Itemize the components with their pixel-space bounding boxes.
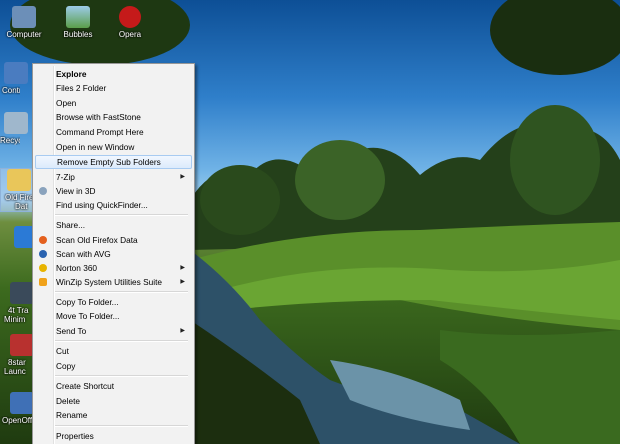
menu-item-send-to[interactable]: Send To ▶ — [35, 324, 190, 338]
menu-item-label: Delete — [56, 396, 80, 406]
desktop[interactable]: Computer Bubbles Opera Contro Recyc Old … — [0, 0, 620, 444]
menu-separator — [55, 291, 188, 293]
desktop-icon-label-line2: Launc — [4, 367, 26, 376]
menu-item-label: Files 2 Folder — [56, 83, 107, 93]
desktop-icon-label-line2: Dat — [15, 202, 28, 211]
menu-item-7zip[interactable]: 7-Zip ▶ — [35, 170, 190, 184]
menu-item-label: Norton 360 — [56, 263, 98, 273]
folder-icon — [7, 169, 31, 191]
opera-icon — [119, 6, 141, 28]
menu-separator — [55, 340, 188, 342]
submenu-arrow-icon: ▶ — [180, 174, 185, 180]
winzip-icon — [39, 278, 47, 286]
firefox-icon — [39, 236, 47, 244]
menu-item-cut[interactable]: Cut — [35, 344, 190, 358]
app-icon — [10, 334, 34, 356]
menu-item-label: Scan with AVG — [56, 249, 111, 259]
menu-item-label: Copy — [56, 361, 76, 371]
control-panel-icon — [4, 62, 28, 84]
menu-item-label: Remove Empty Sub Folders — [57, 157, 161, 167]
menu-item-share[interactable]: Share... — [35, 218, 190, 232]
desktop-icon-recycle[interactable]: Recyc — [0, 112, 28, 145]
desktop-icon-label: Contro — [2, 86, 20, 95]
menu-item-properties[interactable]: Properties — [35, 429, 190, 443]
menu-item-rename[interactable]: Rename — [35, 408, 190, 422]
menu-item-move-to-folder[interactable]: Move To Folder... — [35, 309, 190, 323]
desktop-icon-openoffice[interactable]: OpenOff — [0, 392, 34, 425]
menu-item-label: Command Prompt Here — [56, 127, 144, 137]
menu-item-scan-old-firefox[interactable]: Scan Old Firefox Data — [35, 233, 190, 247]
context-menu: Explore Files 2 Folder Open Browse with … — [32, 63, 195, 444]
menu-item-label: Find using QuickFinder... — [56, 200, 148, 210]
menu-item-label: Cut — [56, 346, 69, 356]
menu-item-winzip-utilities[interactable]: WinZip System Utilities Suite ▶ — [35, 275, 190, 289]
desktop-icon-label: 8star — [8, 358, 26, 367]
menu-item-label: Browse with FastStone — [56, 112, 141, 122]
submenu-arrow-icon: ▶ — [180, 279, 185, 285]
desktop-icon-8start[interactable]: 8star Launc — [0, 334, 34, 376]
menu-item-norton-360[interactable]: Norton 360 ▶ — [35, 261, 190, 275]
menu-item-scan-avg[interactable]: Scan with AVG — [35, 247, 190, 261]
menu-item-label: Move To Folder... — [56, 311, 120, 321]
menu-separator — [55, 375, 188, 377]
desktop-icon-old-firefox-data[interactable]: Old Fire Dat — [0, 168, 34, 212]
desktop-icon-label: Computer — [6, 30, 42, 39]
desktop-icon-opera[interactable]: Opera — [100, 6, 160, 39]
menu-item-copy-to-folder[interactable]: Copy To Folder... — [35, 295, 190, 309]
menu-item-remove-empty-sub-folders[interactable]: Remove Empty Sub Folders — [35, 155, 192, 169]
openoffice-icon — [10, 392, 34, 414]
menu-item-label: Scan Old Firefox Data — [56, 235, 138, 245]
desktop-icon-label: OpenOff — [2, 416, 32, 425]
menu-item-label: Open — [56, 98, 77, 108]
menu-item-label: WinZip System Utilities Suite — [56, 277, 163, 287]
menu-item-open-new-window[interactable]: Open in new Window — [35, 140, 190, 154]
submenu-arrow-icon: ▶ — [180, 265, 185, 271]
menu-item-label: Create Shortcut — [56, 381, 115, 391]
desktop-icon-control[interactable]: Contro — [0, 62, 28, 95]
submenu-arrow-icon: ▶ — [180, 328, 185, 334]
menu-item-create-shortcut[interactable]: Create Shortcut — [35, 379, 190, 393]
menu-item-label: Rename — [56, 410, 88, 420]
computer-icon — [12, 6, 36, 28]
menu-item-delete[interactable]: Delete — [35, 394, 190, 408]
menu-item-label: Copy To Folder... — [56, 297, 119, 307]
desktop-icon-label: Recyc — [0, 136, 20, 145]
menu-item-copy[interactable]: Copy — [35, 359, 190, 373]
desktop-icon-computer[interactable]: Computer — [0, 6, 54, 39]
app-icon — [10, 282, 34, 304]
avg-icon — [39, 250, 47, 258]
menu-separator — [55, 214, 188, 216]
view-3d-icon — [39, 187, 47, 195]
menu-item-find-quickfinder[interactable]: Find using QuickFinder... — [35, 198, 190, 212]
menu-separator — [55, 425, 188, 427]
menu-item-browse-faststone[interactable]: Browse with FastStone — [35, 110, 190, 124]
image-icon — [66, 6, 90, 28]
menu-item-label: Send To — [56, 326, 87, 336]
menu-item-label: View in 3D — [56, 186, 96, 196]
menu-item-label: Open in new Window — [56, 142, 135, 152]
menu-item-command-prompt[interactable]: Command Prompt Here — [35, 125, 190, 139]
desktop-icon-label: 4t Tra — [8, 306, 29, 315]
recycle-bin-icon — [4, 112, 28, 134]
desktop-icon-label: Opera — [118, 30, 142, 39]
menu-item-files-2-folder[interactable]: Files 2 Folder — [35, 81, 190, 95]
desktop-icon-label: Old Fire — [5, 193, 33, 202]
menu-item-view-in-3d[interactable]: View in 3D — [35, 184, 190, 198]
desktop-icon-label-line2: Minim — [4, 315, 26, 324]
menu-item-open[interactable]: Open — [35, 96, 190, 110]
menu-item-label: Share... — [56, 220, 86, 230]
norton-icon — [39, 264, 47, 272]
desktop-icon-bubbles[interactable]: Bubbles — [48, 6, 108, 39]
desktop-icon-4t-tray[interactable]: 4t Tra Minim — [0, 282, 34, 324]
desktop-icon-label: Bubbles — [63, 30, 93, 39]
menu-item-label: 7-Zip — [56, 172, 75, 182]
menu-item-label: Explore — [56, 69, 87, 79]
menu-item-explore[interactable]: Explore — [35, 67, 190, 81]
menu-item-label: Properties — [56, 431, 94, 441]
desktop-icon-dropbox[interactable] — [0, 226, 38, 250]
